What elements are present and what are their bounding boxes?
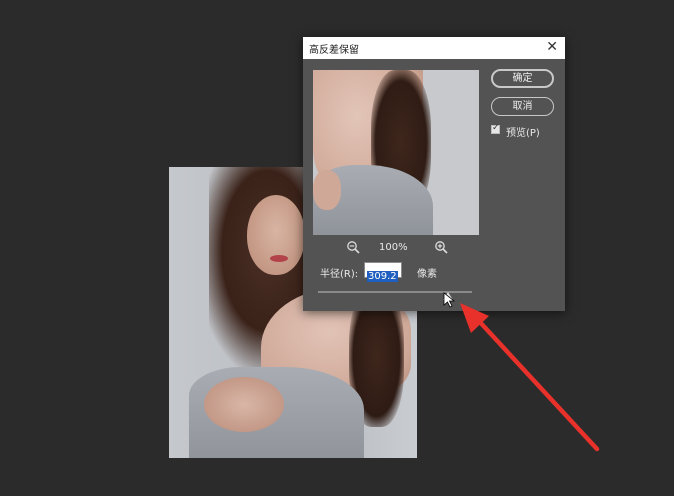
zoom-in-icon[interactable] (434, 240, 448, 254)
arrow-cursor-icon (443, 292, 456, 308)
zoom-out-icon[interactable] (346, 240, 360, 254)
dialog-title: 高反差保留 (309, 45, 359, 56)
photo-lips (270, 255, 288, 262)
radius-input[interactable]: 309.2 (364, 262, 402, 282)
preview-checkbox[interactable] (491, 123, 500, 134)
zoom-level: 100% (379, 242, 408, 253)
radius-unit: 像素 (417, 269, 437, 280)
close-button[interactable]: ✕ (546, 39, 558, 56)
ok-button[interactable]: 确定 (491, 69, 554, 88)
radius-label: 半径(R): (320, 269, 359, 280)
photo-face (247, 195, 305, 275)
zoom-controls: 100% (343, 240, 453, 256)
preview-label: 预览(P) (506, 128, 540, 139)
radius-value: 309.2 (367, 271, 398, 282)
filter-preview[interactable] (313, 70, 479, 235)
preview-hand (313, 170, 341, 210)
cancel-button[interactable]: 取消 (491, 97, 554, 116)
photo-hand (204, 377, 284, 432)
high-pass-dialog: 高反差保留 ✕ 100% 半径(R): 309.2 像素 确定 取消 预览(P) (303, 37, 565, 311)
dialog-titlebar[interactable]: 高反差保留 ✕ (303, 37, 565, 59)
